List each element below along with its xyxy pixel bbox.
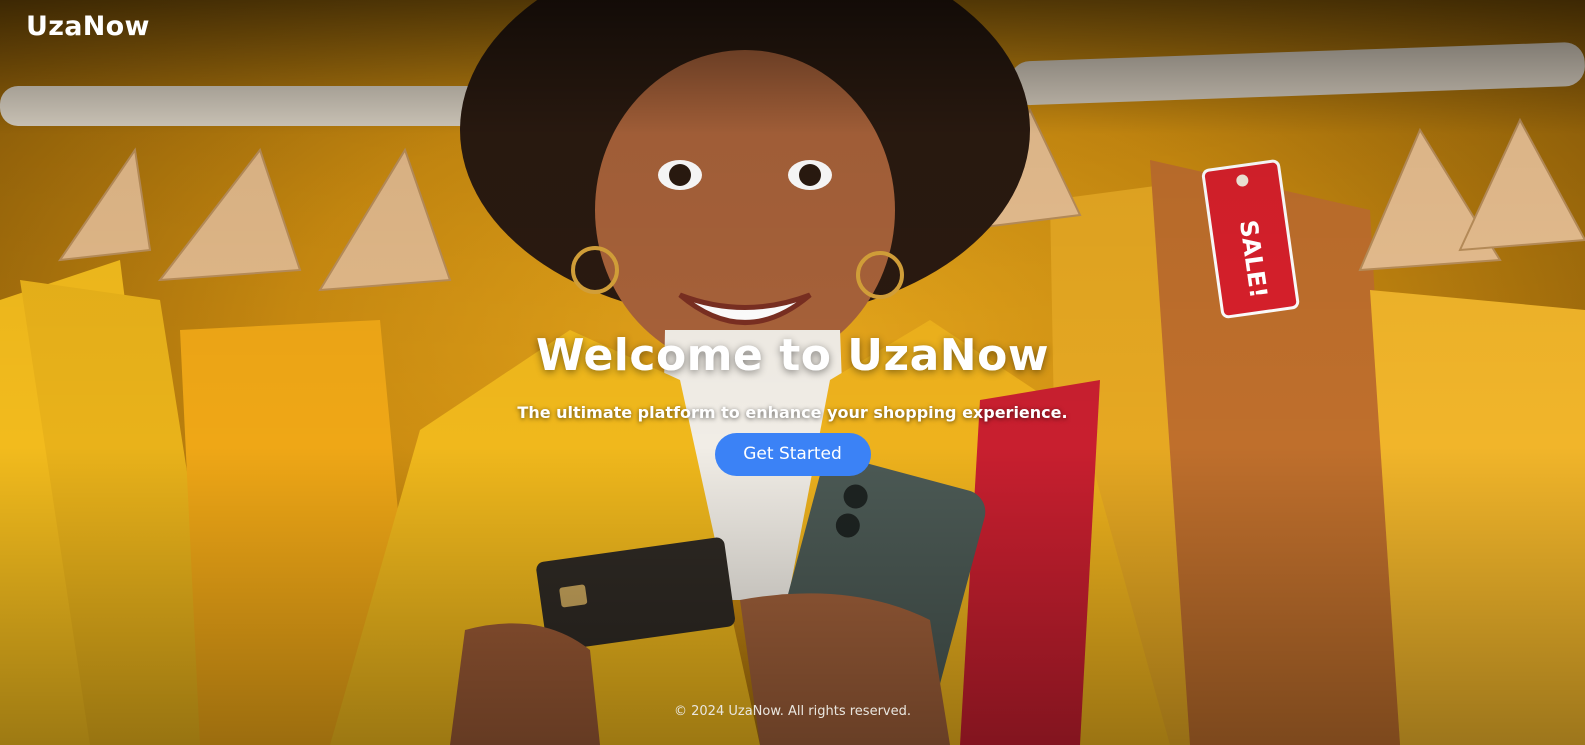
- get-started-button[interactable]: Get Started: [714, 433, 871, 476]
- hero-title: Welcome to UzaNow: [535, 330, 1050, 381]
- page-footer: © 2024 UzaNow. All rights reserved.: [0, 704, 1585, 719]
- top-navbar: UzaNow: [0, 0, 1585, 58]
- copyright-text: © 2024 UzaNow. All rights reserved.: [674, 704, 911, 719]
- hero-content: Welcome to UzaNow The ultimate platform …: [0, 330, 1585, 476]
- hero-section: SALE! UzaNow Welcome to UzaNow The ultim…: [0, 0, 1585, 745]
- hero-subtitle: The ultimate platform to enhance your sh…: [517, 403, 1068, 422]
- brand-logo[interactable]: UzaNow: [26, 11, 150, 42]
